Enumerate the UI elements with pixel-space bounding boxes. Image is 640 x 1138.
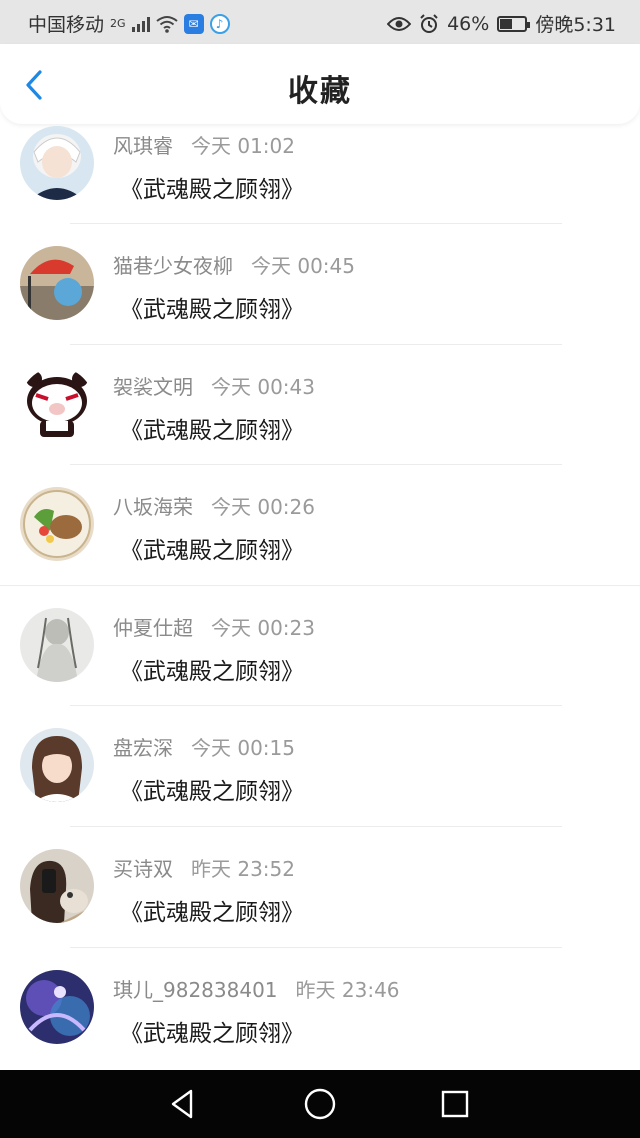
- item-meta: 琪儿_982838401 昨天 23:46: [113, 974, 400, 1003]
- work-title: 《武魂殿之顾翎》: [120, 899, 304, 926]
- avatar: [20, 607, 94, 682]
- timestamp: 昨天 23:52: [191, 856, 295, 881]
- user-name: 八坂海荣: [113, 495, 193, 520]
- clock: 傍晚5:31: [535, 14, 616, 36]
- wifi-icon: [155, 15, 178, 33]
- item-meta: 八坂海荣 今天 00:26: [113, 491, 315, 520]
- timestamp: 今天 00:45: [251, 254, 355, 278]
- list-item[interactable]: 买诗双 昨天 23:52 《武魂殿之顾翎》: [0, 827, 640, 948]
- status-bar: 中国移动 2G ✉ ♪ 46% 傍晚5:31: [0, 0, 640, 44]
- status-right: 46% 傍晚5:31: [387, 10, 616, 37]
- timestamp: 今天 00:26: [211, 495, 315, 520]
- avatar: [20, 487, 94, 562]
- battery-percent: 46%: [447, 12, 490, 35]
- user-name: 风琪睿: [113, 134, 173, 158]
- network-type: 2G: [110, 17, 126, 30]
- timestamp: 今天 00:23: [211, 615, 315, 640]
- work-title: 《武魂殿之顾翎》: [120, 297, 304, 323]
- work-title: 《武魂殿之顾翎》: [120, 177, 304, 203]
- system-nav-bar: [0, 1070, 640, 1138]
- list-item[interactable]: 盘宏深 今天 00:15 《武魂殿之顾翎》: [0, 706, 640, 827]
- back-triangle-icon: [171, 1089, 193, 1119]
- item-meta: 仲夏仕超 今天 00:23: [113, 612, 315, 641]
- user-name: 袈裟文明: [113, 374, 193, 399]
- nav-back-button[interactable]: [166, 1087, 200, 1121]
- avatar: [20, 126, 94, 200]
- message-app-icon: ✉: [183, 13, 204, 34]
- item-meta: 盘宏深 今天 00:15: [113, 732, 295, 761]
- alarm-icon: [420, 13, 438, 33]
- app-header: 收藏: [0, 44, 640, 124]
- user-name: 盘宏深: [113, 736, 173, 761]
- timestamp: 今天 01:02: [191, 134, 295, 158]
- music-app-icon: ♪: [209, 13, 230, 34]
- work-title: 《武魂殿之顾翎》: [120, 538, 304, 565]
- timestamp: 昨天 23:46: [295, 977, 400, 1002]
- work-title: 《武魂殿之顾翎》: [120, 658, 304, 685]
- item-meta: 袈裟文明 今天 00:43: [113, 371, 315, 400]
- user-name: 琪儿_982838401: [113, 977, 278, 1002]
- work-title: 《武魂殿之顾翎》: [120, 417, 304, 444]
- avatar: [20, 728, 94, 803]
- favorites-list: 风琪睿 今天 01:02 《武魂殿之顾翎》 猫巷少女夜柳 今天 00:45 《武魂殿…: [0, 124, 640, 1070]
- signal-icon: [131, 16, 150, 32]
- eye-icon: [387, 16, 412, 31]
- home-circle-icon: [304, 1088, 336, 1120]
- recent-square-icon: [441, 1090, 469, 1118]
- list-item[interactable]: 八坂海荣 今天 00:26 《武魂殿之顾翎》: [0, 465, 640, 586]
- item-meta: 买诗双 昨天 23:52: [113, 853, 295, 882]
- avatar: [20, 246, 94, 320]
- nav-recent-button[interactable]: [438, 1087, 472, 1121]
- timestamp: 今天 00:43: [211, 374, 315, 399]
- timestamp: 今天 00:15: [191, 736, 295, 761]
- avatar: [20, 969, 94, 1044]
- list-item[interactable]: 仲夏仕超 今天 00:23 《武魂殿之顾翎》: [0, 586, 640, 707]
- list-item[interactable]: 猫巷少女夜柳 今天 00:45 《武魂殿之顾翎》: [0, 224, 640, 345]
- list-item[interactable]: 琪儿_982838401 昨天 23:46 《武魂殿之顾翎》: [0, 948, 640, 1069]
- nav-home-button[interactable]: [303, 1087, 337, 1121]
- page-title: 收藏: [288, 74, 352, 109]
- list-item[interactable]: 袈裟文明 今天 00:43 《武魂殿之顾翎》: [0, 345, 640, 466]
- battery-icon: [497, 15, 531, 32]
- work-title: 《武魂殿之顾翎》: [120, 779, 304, 806]
- work-title: 《武魂殿之顾翎》: [120, 1020, 304, 1047]
- carrier-label: 中国移动: [28, 14, 105, 36]
- avatar: [20, 366, 94, 441]
- user-name: 买诗双: [113, 856, 173, 881]
- status-left: 中国移动 2G ✉ ♪: [28, 10, 230, 37]
- avatar: [20, 848, 94, 923]
- item-meta: 风琪睿 今天 01:02: [113, 130, 295, 159]
- item-meta: 猫巷少女夜柳 今天 00:45: [113, 250, 355, 279]
- list-item[interactable]: 风琪睿 今天 01:02 《武魂殿之顾翎》: [0, 124, 640, 224]
- user-name: 猫巷少女夜柳: [113, 254, 233, 278]
- user-name: 仲夏仕超: [113, 615, 193, 640]
